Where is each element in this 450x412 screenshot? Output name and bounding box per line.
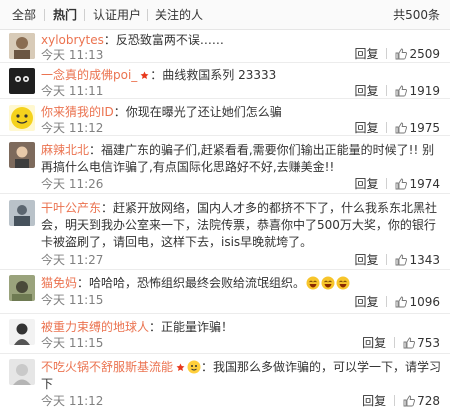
thumb-up-icon: [403, 395, 416, 407]
comment-text: ：反恐致富两不误……: [103, 33, 224, 47]
comment-time: 今天 11:15: [41, 293, 104, 307]
avatar[interactable]: [9, 200, 35, 226]
tab-all[interactable]: 全部: [12, 8, 36, 22]
comment-filter-bar: 全部 热门 认证用户 关注的人 共500条: [0, 0, 450, 30]
username-link[interactable]: 干叶公产东: [41, 201, 101, 215]
tab-following[interactable]: 关注的人: [155, 8, 203, 22]
comment-text: ：曲线救国系列 23333: [150, 68, 277, 82]
thumb-up-icon: [396, 48, 408, 60]
thumb-up-icon: [403, 337, 416, 349]
thumb-up-icon: [396, 254, 408, 266]
reply-button[interactable]: 回复: [354, 47, 378, 61]
action-divider: [386, 296, 388, 307]
action-divider: [386, 85, 388, 96]
action-divider: [386, 178, 388, 189]
comment-time: 今天 11:11: [41, 84, 104, 98]
action-divider: [386, 254, 388, 265]
fire-emoji-icon: [187, 360, 201, 374]
comment-item: 干叶公产东：赶紧开放网络，国内人才多的都挤不下了，什么我系东北黑社会，明天到我办…: [0, 194, 450, 270]
username-link[interactable]: 麻辣北北: [41, 143, 89, 157]
reply-button[interactable]: 回复: [354, 253, 378, 267]
username-link[interactable]: xylobrytes: [41, 33, 104, 47]
comment-time: 今天 11:13: [41, 48, 104, 62]
thumb-up-icon: [396, 122, 408, 134]
username-link[interactable]: 你来猜我的ID: [41, 105, 114, 119]
like-count: 1975: [409, 121, 440, 135]
star-badge-icon: [176, 363, 185, 372]
comment-item: 猫免妈：哈哈哈，恐怖组织最终会败给流氓组织。 今天 11:15 回复 1096: [0, 270, 450, 314]
username-link[interactable]: 一念真的成佛poi_: [41, 68, 137, 82]
thumb-up-icon: [396, 296, 408, 308]
comment-time: 今天 11:12: [41, 394, 104, 408]
username-link[interactable]: 被重力束缚的地球人: [41, 320, 149, 334]
reply-button[interactable]: 回复: [354, 295, 378, 309]
reply-button[interactable]: 回复: [354, 121, 378, 135]
reply-button[interactable]: 回复: [354, 177, 378, 191]
comment-text: ：你现在曝光了还让她们怎么骗: [113, 105, 282, 119]
like-button[interactable]: 2509: [395, 47, 440, 61]
username-link[interactable]: 猫免妈: [41, 276, 77, 290]
action-divider: [386, 122, 388, 133]
comment-item: 你来猜我的ID：你现在曝光了还让她们怎么骗 今天 11:12 回复 1975: [0, 99, 450, 136]
avatar[interactable]: [9, 319, 35, 345]
comment-time: 今天 11:12: [41, 121, 104, 135]
action-divider: [394, 395, 396, 406]
username-link[interactable]: 不吃火锅不舒服斯基流能: [41, 360, 173, 374]
like-count: 728: [417, 394, 440, 408]
thumb-up-icon: [396, 85, 408, 97]
like-button[interactable]: 753: [403, 336, 440, 350]
laughing-emoji-icon: [306, 276, 320, 290]
total-comment-count: 共500条: [393, 8, 440, 22]
avatar[interactable]: [9, 359, 35, 385]
like-count: 1343: [409, 253, 440, 267]
comment-time: 今天 11:15: [41, 336, 104, 350]
like-count: 753: [417, 336, 440, 350]
like-button[interactable]: 1343: [395, 253, 440, 267]
comment-item: 不吃火锅不舒服斯基流能 ：我国那么多做诈骗的，可以学一下，请学习下 今天 11:1…: [0, 354, 450, 412]
laughing-emoji-icon: [336, 276, 350, 290]
reply-button[interactable]: 回复: [362, 336, 386, 350]
like-count: 1919: [409, 84, 440, 98]
avatar[interactable]: [9, 142, 35, 168]
comment-time: 今天 11:27: [41, 253, 104, 267]
comment-item: xylobrytes：反恐致富两不误…… 今天 11:13 回复 2509: [0, 30, 450, 63]
thumb-up-icon: [396, 178, 408, 190]
like-button[interactable]: 1974: [395, 177, 440, 191]
reply-button[interactable]: 回复: [362, 394, 386, 408]
like-button[interactable]: 1096: [395, 295, 440, 309]
comment-text: ：正能量诈骗！: [149, 320, 234, 334]
like-count: 1096: [409, 295, 440, 309]
avatar[interactable]: [9, 68, 35, 94]
tab-verified-users[interactable]: 认证用户: [93, 8, 141, 22]
like-count: 2509: [409, 47, 440, 61]
like-button[interactable]: 728: [403, 394, 440, 408]
comment-time: 今天 11:26: [41, 177, 104, 191]
tab-divider: [44, 9, 45, 21]
like-button[interactable]: 1975: [395, 121, 440, 135]
like-button[interactable]: 1919: [395, 84, 440, 98]
comment-item: 麻辣北北：福建广东的骗子们,赶紧看看,需要你们输出正能量的时候了!! 别再搞什么…: [0, 136, 450, 194]
avatar[interactable]: [9, 105, 35, 131]
like-count: 1974: [409, 177, 440, 191]
reply-button[interactable]: 回复: [354, 84, 378, 98]
comment-item: 被重力束缚的地球人：正能量诈骗！ 今天 11:15 回复 753: [0, 314, 450, 354]
comment-text: ：哈哈哈，恐怖组织最终会败给流氓组织。: [77, 276, 306, 290]
avatar[interactable]: [9, 33, 35, 59]
comment-item: 一念真的成佛poi_ ：曲线救国系列 23333 今天 11:11 回复 1919: [0, 63, 450, 99]
tab-divider: [147, 9, 148, 21]
comment-text: ：福建广东的骗子们,赶紧看看,需要你们输出正能量的时候了!! 别再搞什么电信诈骗…: [41, 143, 435, 174]
action-divider: [394, 337, 396, 348]
tab-hot[interactable]: 热门: [53, 8, 77, 22]
avatar[interactable]: [9, 275, 35, 301]
action-divider: [386, 48, 388, 59]
laughing-emoji-icon: [321, 276, 335, 290]
tab-divider: [84, 9, 85, 21]
star-badge-icon: [140, 71, 149, 80]
comment-text: ：赶紧开放网络，国内人才多的都挤不下了，什么我系东北黑社会，明天到我办公室来一下…: [41, 201, 438, 249]
